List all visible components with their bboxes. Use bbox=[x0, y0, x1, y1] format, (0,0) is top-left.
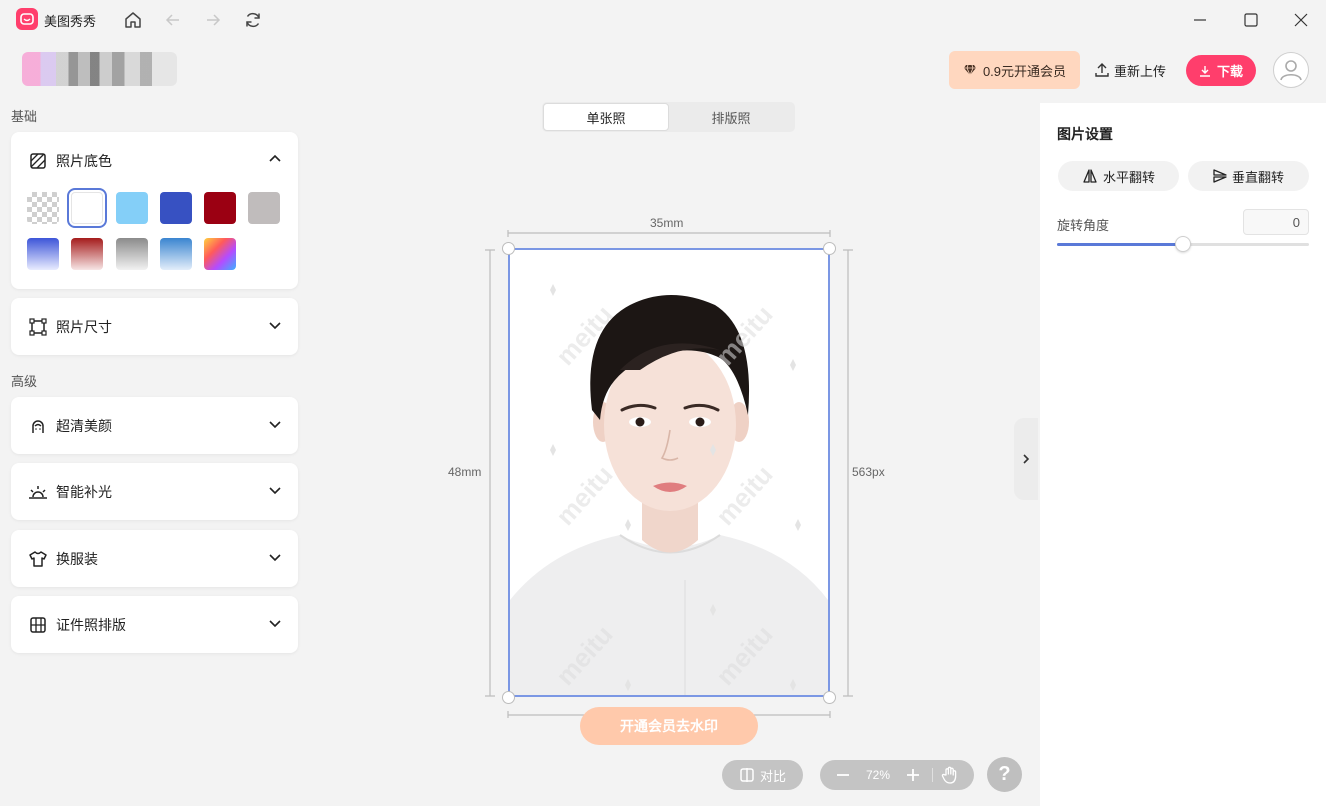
resize-handle-top-left[interactable] bbox=[502, 242, 515, 255]
flip-horizontal-label: 水平翻转 bbox=[1102, 169, 1155, 185]
user-icon bbox=[1280, 60, 1302, 81]
flip-vertical-label: 垂直翻转 bbox=[1231, 169, 1284, 185]
id-photo[interactable]: meitu meitu meitu meitu meitu meitu bbox=[508, 248, 830, 697]
portrait-image bbox=[510, 284, 828, 695]
image-settings-title: 图片设置 bbox=[1057, 126, 1113, 142]
rotation-slider-thumb[interactable] bbox=[1175, 236, 1191, 252]
rotation-label: 旋转角度 bbox=[1057, 218, 1110, 233]
zoom-level: 72% bbox=[866, 768, 891, 782]
compare-button[interactable]: 对比 bbox=[722, 760, 803, 790]
reupload-label: 重新上传 bbox=[1114, 63, 1167, 79]
flip-vertical-button[interactable]: 垂直翻转 bbox=[1188, 161, 1309, 191]
download-icon bbox=[1199, 65, 1210, 77]
toolbar-divider bbox=[932, 768, 933, 782]
flip-horizontal-icon bbox=[1083, 169, 1097, 183]
zoom-in-icon[interactable] bbox=[904, 766, 922, 787]
hand-pan-icon[interactable] bbox=[940, 765, 960, 788]
compare-icon bbox=[740, 768, 754, 782]
reupload-button[interactable]: 重新上传 bbox=[1094, 55, 1166, 85]
download-button[interactable]: 下载 bbox=[1186, 55, 1256, 86]
avatar[interactable] bbox=[1273, 52, 1309, 88]
resize-handle-bottom-right[interactable] bbox=[823, 691, 836, 704]
rotation-slider[interactable] bbox=[1057, 236, 1309, 252]
width-label: 35mm bbox=[650, 216, 684, 230]
zoom-controls: 72% bbox=[820, 760, 974, 790]
pixel-height-label: 563px bbox=[852, 465, 885, 479]
help-button[interactable]: ? bbox=[987, 757, 1022, 792]
upload-icon bbox=[1095, 63, 1109, 77]
resize-handle-bottom-left[interactable] bbox=[502, 691, 515, 704]
rotation-slider-fill bbox=[1057, 243, 1183, 246]
remove-watermark-button[interactable]: 开通会员去水印 bbox=[580, 707, 758, 745]
download-label: 下载 bbox=[1216, 64, 1243, 79]
resize-handle-top-right[interactable] bbox=[823, 242, 836, 255]
compare-label: 对比 bbox=[759, 768, 786, 784]
rotation-input[interactable] bbox=[1243, 209, 1309, 235]
flip-horizontal-button[interactable]: 水平翻转 bbox=[1058, 161, 1179, 191]
chevron-right-icon bbox=[1023, 454, 1030, 464]
maximize-button[interactable] bbox=[1239, 8, 1263, 32]
close-button[interactable] bbox=[1289, 8, 1313, 32]
panel-collapse-toggle[interactable] bbox=[1014, 418, 1038, 500]
image-settings-panel: 图片设置 水平翻转 垂直翻转 旋转角度 bbox=[1040, 103, 1326, 806]
minimize-button[interactable] bbox=[1188, 8, 1212, 32]
height-label: 48mm bbox=[448, 465, 482, 479]
flip-vertical-icon bbox=[1213, 169, 1227, 183]
zoom-out-icon[interactable] bbox=[834, 766, 852, 787]
